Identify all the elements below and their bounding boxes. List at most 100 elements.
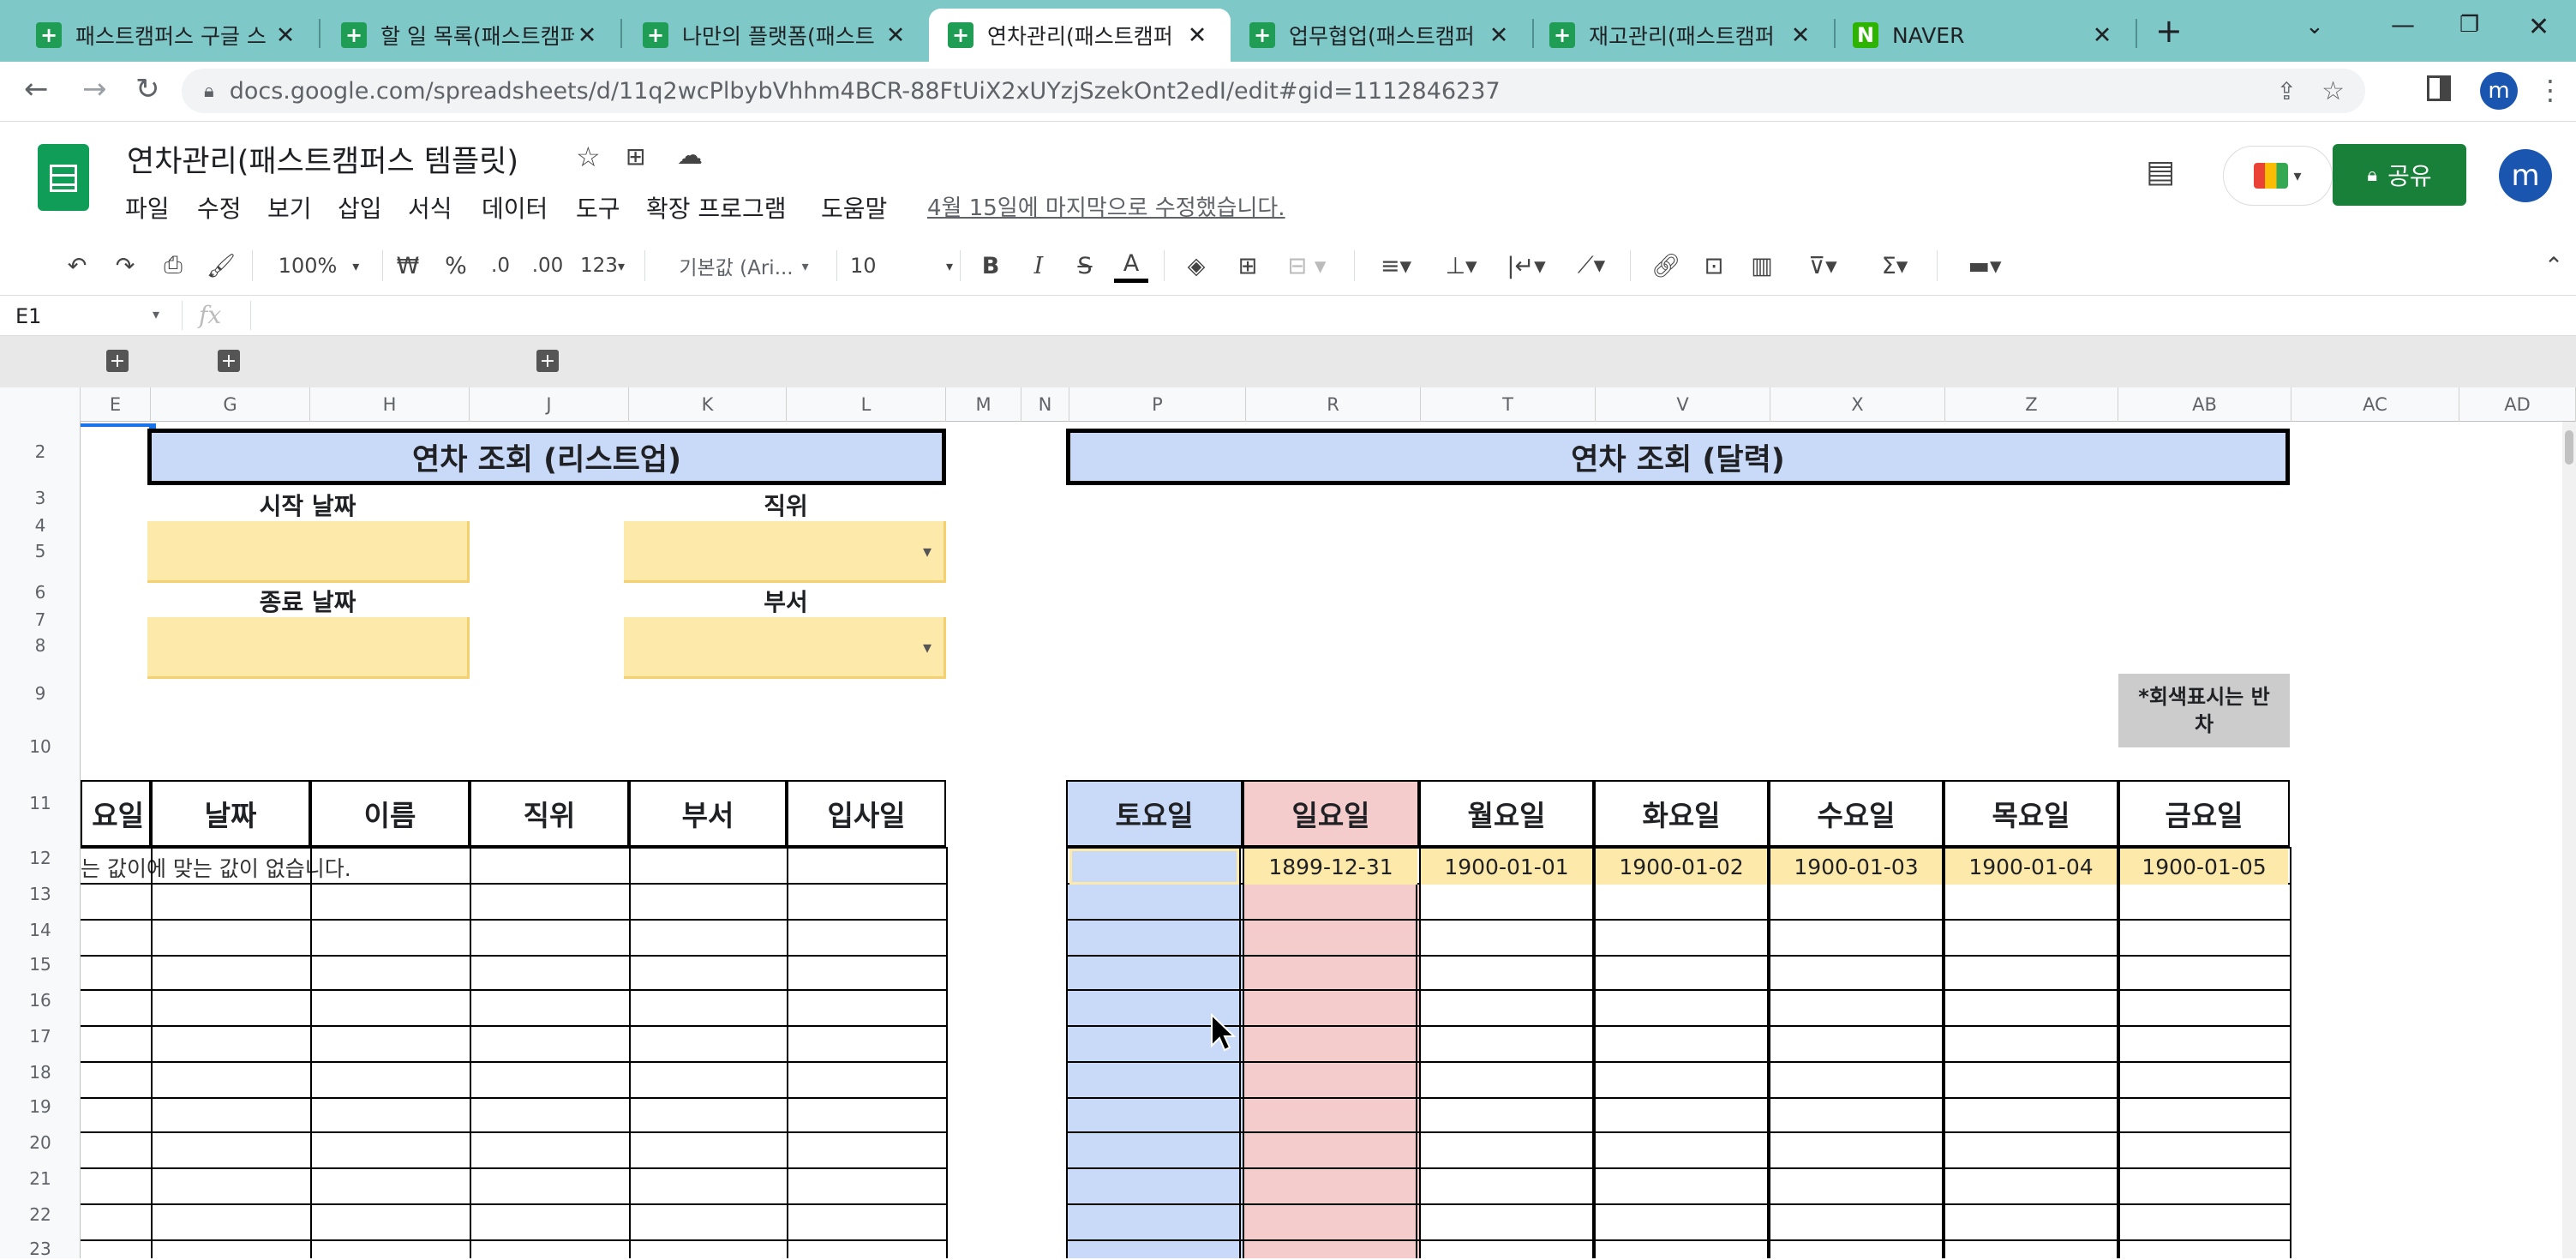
browser-tab[interactable]: + 재고관리(패스트캠퍼 ✕ (1532, 9, 1834, 62)
undo-icon[interactable]: ↶ (60, 249, 94, 283)
functions-icon[interactable]: Σ▾ (1865, 249, 1925, 283)
horizontal-align-icon[interactable]: ≡▾ (1366, 249, 1426, 283)
row-header[interactable]: 21 (0, 1167, 81, 1190)
row-header[interactable]: 8 (0, 634, 81, 657)
profile-avatar[interactable]: m (2480, 72, 2518, 110)
filter-icon[interactable]: ⊽▾ (1793, 249, 1853, 283)
browser-tab[interactable]: + 업무협업(패스트캠퍼 ✕ (1231, 9, 1532, 62)
input-tools-icon[interactable]: ▬▾ (1950, 249, 2019, 283)
more-formats-select[interactable]: 123 ▾ (572, 249, 632, 283)
row-header[interactable]: 16 (0, 989, 81, 1011)
row-header[interactable]: 11 (0, 792, 81, 814)
position-dropdown[interactable]: ▾ (624, 521, 946, 583)
row-header[interactable]: 13 (0, 883, 81, 905)
menu-file[interactable]: 파일 (125, 190, 170, 225)
minimize-icon[interactable]: — (2391, 10, 2415, 39)
fill-color-icon[interactable]: ◈ (1179, 249, 1213, 283)
comments-icon[interactable]: ▤ (2146, 154, 2175, 189)
column-header[interactable]: V (1596, 387, 1770, 422)
insert-link-icon[interactable]: 🔗︎ (1649, 249, 1683, 283)
italic-button[interactable]: I (1021, 249, 1056, 283)
formula-input[interactable] (266, 303, 2494, 330)
tab-search-icon[interactable]: ⌄ (2305, 14, 2324, 39)
row-header[interactable]: 20 (0, 1131, 81, 1154)
department-dropdown[interactable]: ▾ (624, 617, 946, 679)
star-icon[interactable]: ☆ (576, 141, 601, 173)
insert-chart-icon[interactable]: ▥ (1745, 249, 1779, 283)
new-tab-icon[interactable]: + (2155, 12, 2183, 50)
row-header[interactable]: 12 (0, 847, 81, 869)
row-header[interactable]: 10 (0, 735, 81, 758)
calendar-date-cell[interactable]: 1900-01-01 (1421, 849, 1592, 885)
bookmark-star-icon[interactable]: ☆ (2321, 76, 2345, 106)
meet-button[interactable]: ▾ (2223, 146, 2333, 206)
cloud-status-icon[interactable]: ☁ (677, 141, 703, 171)
row-header[interactable]: 3 (0, 487, 81, 509)
url-field[interactable]: 🔒︎ docs.google.com/spreadsheets/d/11q2wc… (182, 69, 2365, 113)
expand-group-icon[interactable]: + (106, 350, 129, 372)
forward-icon[interactable]: → (82, 72, 107, 106)
column-header[interactable]: AB (2118, 387, 2291, 422)
strikethrough-button[interactable]: S (1068, 249, 1102, 283)
calendar-date-cell[interactable]: 1900-01-05 (2120, 849, 2288, 885)
close-tab-icon[interactable]: ✕ (1184, 22, 1210, 49)
share-page-icon[interactable]: ⇪ (2277, 77, 2297, 105)
scrollbar-thumb[interactable] (2565, 430, 2573, 465)
column-header[interactable]: R (1246, 387, 1421, 422)
redo-icon[interactable]: ↷ (108, 249, 142, 283)
menu-help[interactable]: 도움말 (821, 190, 887, 225)
collapse-toolbar-icon[interactable]: ⌃ (2537, 249, 2571, 283)
column-header[interactable]: M (946, 387, 1021, 422)
column-header[interactable]: P (1069, 387, 1246, 422)
select-all-corner[interactable] (0, 387, 81, 422)
menu-tools[interactable]: 도구 (576, 190, 620, 225)
calendar-date-cell[interactable]: 1900-01-03 (1770, 849, 1942, 885)
increase-decimal-button[interactable]: .00 (526, 249, 569, 283)
column-header[interactable]: AC (2291, 387, 2459, 422)
browser-tab[interactable]: N NAVER ✕ (1834, 9, 2136, 62)
merge-cells-icon[interactable]: ⊟ ▾ (1277, 249, 1337, 283)
share-button[interactable]: 🔒︎ 공유 (2333, 144, 2466, 206)
font-size-select[interactable]: 10 ▾ (850, 249, 953, 283)
restore-icon[interactable]: ❐ (2459, 12, 2479, 38)
menu-data[interactable]: 데이터 (482, 190, 548, 225)
calendar-date-cell[interactable]: 1900-01-02 (1596, 849, 1767, 885)
account-avatar[interactable]: m (2499, 149, 2552, 202)
row-header[interactable]: 17 (0, 1025, 81, 1047)
chevron-down-icon[interactable]: ▾ (153, 306, 159, 322)
insert-comment-icon[interactable]: ⊡ (1697, 249, 1731, 283)
close-tab-icon[interactable]: ✕ (1486, 22, 1512, 49)
close-tab-icon[interactable]: ✕ (2089, 22, 2115, 49)
close-tab-icon[interactable]: ✕ (1788, 22, 1813, 49)
row-header[interactable]: 18 (0, 1061, 81, 1083)
paint-format-icon[interactable]: 🖌︎ (204, 249, 238, 283)
expand-group-icon[interactable]: + (218, 350, 240, 372)
currency-format-button[interactable]: ₩ (391, 249, 425, 283)
document-title[interactable]: 연차관리(패스트캠퍼스 템플릿) (127, 137, 518, 181)
close-tab-icon[interactable]: ✕ (883, 22, 908, 49)
close-tab-icon[interactable]: ✕ (273, 22, 298, 49)
row-header[interactable]: 5 (0, 540, 81, 562)
vertical-align-icon[interactable]: ⊥▾ (1431, 249, 1491, 283)
expand-group-icon[interactable]: + (536, 350, 559, 372)
column-header[interactable]: L (787, 387, 946, 422)
calendar-date-cell[interactable]: 1899-12-31 (1244, 849, 1417, 885)
vertical-scrollbar[interactable] (2562, 422, 2576, 1258)
row-header[interactable]: 19 (0, 1095, 81, 1118)
calendar-date-cell[interactable]: 1900-01-04 (1945, 849, 2117, 885)
close-tab-icon[interactable]: ✕ (574, 22, 600, 49)
column-header[interactable]: E (81, 387, 151, 422)
menu-view[interactable]: 보기 (267, 190, 312, 225)
column-header[interactable]: Z (1945, 387, 2118, 422)
percent-format-button[interactable]: % (439, 249, 473, 283)
browser-tab[interactable]: + 나만의 플랫폼(패스트 ✕ (620, 9, 929, 62)
close-window-icon[interactable]: ✕ (2528, 12, 2549, 42)
menu-extensions[interactable]: 확장 프로그램 (646, 190, 786, 225)
sheets-logo-icon[interactable] (38, 144, 89, 211)
reload-icon[interactable]: ↻ (135, 72, 160, 106)
browser-tab-active[interactable]: + 연차관리(패스트캠퍼 ✕ (929, 9, 1231, 62)
start-date-input[interactable] (147, 521, 470, 583)
last-edit-link[interactable]: 4월 15일에 마지막으로 수정했습니다. (927, 190, 1285, 222)
zoom-select[interactable]: 100% ▾ (267, 249, 370, 283)
decrease-decimal-button[interactable]: .0 (482, 249, 519, 283)
